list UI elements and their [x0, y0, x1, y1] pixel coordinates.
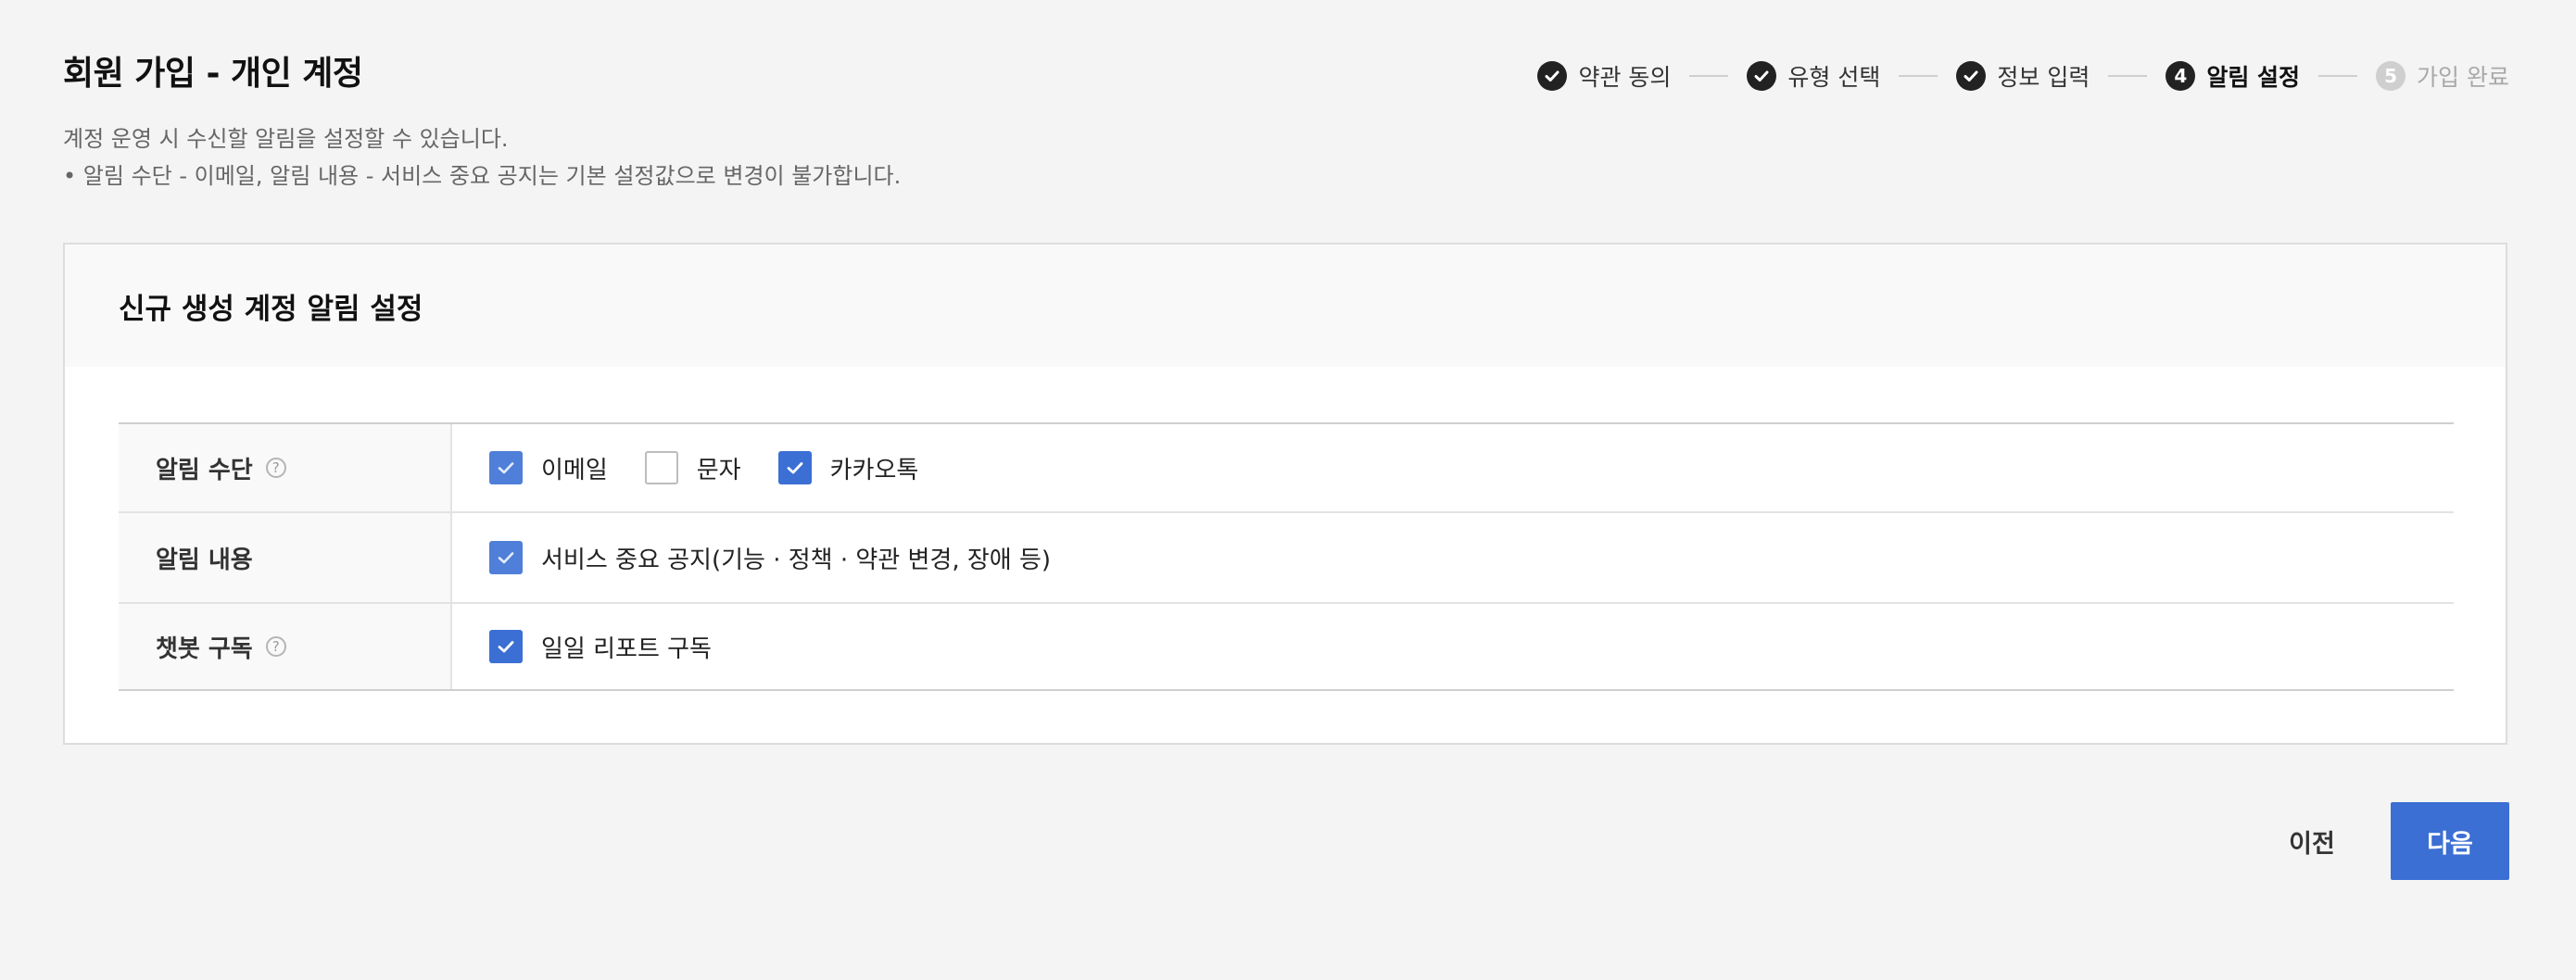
checkbox-unchecked-icon[interactable]: [644, 451, 678, 484]
row-content: 서비스 중요 공지(기능 · 정책 · 약관 변경, 장애 등): [452, 513, 2454, 602]
checkbox-checked-icon[interactable]: [777, 451, 812, 484]
checkbox-label: 이메일: [541, 456, 608, 484]
card-header: 신규 생성 계정 알림 설정: [65, 245, 2506, 367]
signup-stepper: 약관 동의 유형 선택 정보 입력 4 알림 설정 5 가입 완료: [1537, 59, 2509, 93]
settings-table: 알림 수단 ? 이메일 문자 카카오톡 알림 내용 서비스 중요 공지(기능 ·…: [119, 422, 2454, 691]
step-label: 유형 선택: [1787, 64, 1881, 91]
step-number-badge: 4: [2166, 61, 2196, 91]
checkbox-label: 서비스 중요 공지(기능 · 정책 · 약관 변경, 장애 등): [541, 546, 1052, 574]
notification-settings-card: 신규 생성 계정 알림 설정 알림 수단 ? 이메일 문자 카카오톡 알림 내용…: [63, 243, 2507, 745]
step-terms: 약관 동의: [1537, 59, 1671, 93]
step-label: 가입 완료: [2417, 64, 2509, 91]
checkbox-sms[interactable]: 문자: [644, 451, 741, 485]
checkbox-checked-icon[interactable]: [489, 541, 523, 574]
next-button[interactable]: 다음: [2391, 802, 2509, 880]
table-row-chatbot: 챗봇 구독 ? 일일 리포트 구독: [119, 604, 2454, 691]
row-label-text: 챗봇 구독: [156, 634, 253, 663]
checkbox-daily-report[interactable]: 일일 리포트 구독: [489, 630, 712, 664]
step-info: 정보 입력: [1956, 59, 2090, 93]
page-description: 계정 운영 시 수신할 알림을 설정할 수 있습니다. • 알림 수단 - 이메…: [63, 120, 901, 195]
checkbox-kakaotalk[interactable]: 카카오톡: [777, 451, 919, 485]
row-label: 챗봇 구독 ?: [119, 604, 452, 689]
check-circle-icon: [1747, 61, 1777, 91]
checkbox-service-notice[interactable]: 서비스 중요 공지(기능 · 정책 · 약관 변경, 장애 등): [489, 541, 1051, 575]
step-label: 정보 입력: [1997, 64, 2090, 91]
step-connector: [1899, 75, 1938, 77]
row-label-text: 알림 수단: [156, 456, 253, 484]
step-number-badge: 5: [2376, 61, 2406, 91]
description-line: 계정 운영 시 수신할 알림을 설정할 수 있습니다.: [63, 126, 509, 152]
step-connector: [1689, 75, 1729, 77]
checkbox-label: 카카오톡: [829, 456, 919, 484]
step-label: 알림 설정: [2206, 64, 2301, 91]
check-circle-icon: [1956, 61, 1987, 91]
checkbox-checked-icon[interactable]: [489, 630, 523, 663]
step-label: 약관 동의: [1578, 64, 1672, 91]
check-circle-icon: [1537, 61, 1568, 91]
page-title: 회원 가입 - 개인 계정: [63, 55, 363, 93]
row-label: 알림 수단 ?: [119, 424, 452, 511]
row-label: 알림 내용: [119, 513, 452, 602]
step-connector: [2108, 75, 2148, 77]
step-connector: [2318, 75, 2358, 77]
prev-button[interactable]: 이전: [2252, 802, 2372, 880]
card-title: 신규 생성 계정 알림 설정: [119, 292, 423, 326]
help-icon[interactable]: ?: [265, 458, 286, 478]
row-content: 이메일 문자 카카오톡: [452, 424, 2454, 511]
table-row-channel: 알림 수단 ? 이메일 문자 카카오톡: [119, 424, 2454, 513]
checkbox-label: 문자: [696, 456, 741, 484]
step-type: 유형 선택: [1747, 59, 1880, 93]
checkbox-label: 일일 리포트 구독: [541, 634, 712, 663]
description-note: • 알림 수단 - 이메일, 알림 내용 - 서비스 중요 공지는 기본 설정값…: [63, 163, 902, 189]
checkbox-checked-icon[interactable]: [489, 451, 523, 484]
row-label-text: 알림 내용: [156, 546, 253, 574]
row-content: 일일 리포트 구독: [452, 604, 2454, 689]
step-complete: 5 가입 완료: [2376, 59, 2509, 93]
step-notification: 4 알림 설정: [2166, 59, 2300, 93]
help-icon[interactable]: ?: [265, 636, 286, 657]
checkbox-email[interactable]: 이메일: [489, 451, 608, 485]
table-row-content: 알림 내용 서비스 중요 공지(기능 · 정책 · 약관 변경, 장애 등): [119, 513, 2454, 604]
